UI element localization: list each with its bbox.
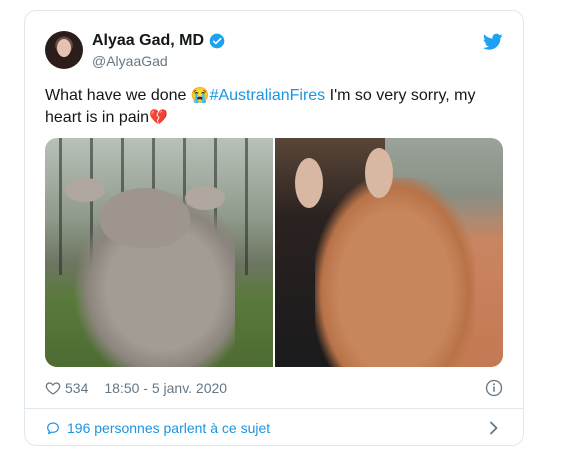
photo-kangaroo-embrace[interactable] bbox=[275, 138, 503, 367]
heart-icon[interactable] bbox=[45, 380, 61, 396]
tweet-timestamp[interactable]: 18:50 - 5 janv. 2020 bbox=[104, 380, 227, 396]
author-name[interactable]: Alyaa Gad, MD bbox=[92, 32, 204, 50]
chevron-right-icon[interactable] bbox=[489, 421, 499, 435]
broken-heart-emoji: 💔 bbox=[149, 109, 168, 126]
verified-badge-icon bbox=[209, 33, 225, 49]
author-row[interactable]: Alyaa Gad, MD bbox=[92, 32, 225, 50]
tweet-card[interactable]: Alyaa Gad, MD @AlyaaGad What have we don… bbox=[24, 10, 524, 446]
tweet-text-start: What have we done bbox=[45, 87, 191, 104]
photo-kangaroos-hugging[interactable] bbox=[45, 138, 273, 367]
comment-icon bbox=[47, 422, 59, 435]
avatar[interactable] bbox=[45, 31, 83, 69]
tweet-header: Alyaa Gad, MD @AlyaaGad bbox=[45, 31, 503, 71]
hashtag-link[interactable]: #AustralianFires bbox=[210, 87, 326, 104]
crying-emoji: 😭 bbox=[190, 87, 210, 104]
like-count[interactable]: 534 bbox=[65, 380, 88, 396]
twitter-bird-icon[interactable] bbox=[483, 33, 503, 51]
tweet-text: What have we done 😭#AustralianFires I'm … bbox=[45, 85, 505, 129]
info-icon[interactable] bbox=[485, 379, 503, 397]
media-gallery bbox=[45, 138, 503, 367]
divider bbox=[25, 408, 523, 409]
tweet-meta: 534 18:50 - 5 janv. 2020 bbox=[45, 378, 503, 398]
conversation-link[interactable]: 196 personnes parlent à ce sujet bbox=[45, 416, 503, 440]
conversation-label[interactable]: 196 personnes parlent à ce sujet bbox=[67, 420, 270, 436]
author-handle[interactable]: @AlyaaGad bbox=[92, 53, 168, 69]
